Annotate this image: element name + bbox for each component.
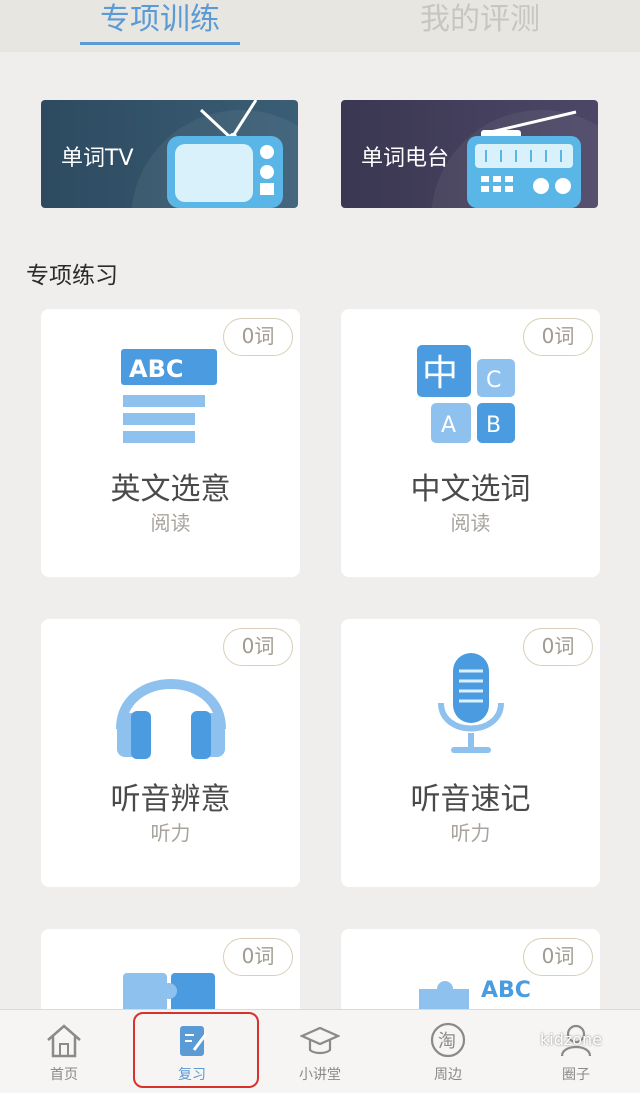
nav-circle[interactable]: 圈子 [512,1010,640,1093]
kidzone-watermark: kidzone [540,1030,603,1049]
abc-icon-text: ABC [129,355,183,383]
card-chinese-word[interactable]: 0词 中 C A B 中文选词 阅读 [341,309,600,577]
word-count-badge: 0词 [523,318,593,356]
bottom-navigation: 首页 复习 小讲堂 淘 周边 圈子 [0,1009,640,1093]
nav-label: 圈子 [562,1067,590,1083]
word-count-badge: 0词 [523,628,593,666]
word-count-badge: 0词 [223,628,293,666]
card-title: 中文选词 [410,472,531,507]
graduation-cap-icon [300,1026,340,1055]
block-a: A [441,413,456,438]
block-c: C [486,368,501,393]
nav-label: 周边 [434,1067,462,1083]
word-radio-label: 单词电台 [361,146,450,171]
card-listen-dictation[interactable]: 0词 听音速记 听力 [341,619,600,887]
nav-lecture[interactable]: 小讲堂 [256,1010,384,1093]
word-tv-banner[interactable]: 单词TV [41,100,298,208]
microphone-icon [438,653,504,753]
red-annotation-circle [133,1012,259,1088]
nav-label: 首页 [50,1067,78,1083]
nav-label: 小讲堂 [299,1067,341,1083]
active-tab-underline [80,42,240,45]
tao-icon: 淘 [430,1022,466,1058]
card-subtitle: 阅读 [450,511,491,535]
card-subtitle: 听力 [150,821,191,845]
puzzle-abc-text: ABC [481,978,531,1003]
card-title: 听音辨意 [110,782,231,817]
tab-my-evaluation[interactable]: 我的评测 [400,0,560,52]
block-zh: 中 [422,353,458,394]
word-tv-label: 单词TV [61,146,134,171]
card-subtitle: 阅读 [150,511,191,535]
card-title: 英文选意 [110,472,231,507]
card-subtitle: 听力 [450,821,491,845]
card-title: 听音速记 [410,782,531,817]
nav-home[interactable]: 首页 [0,1010,128,1093]
nav-shop[interactable]: 淘 周边 [384,1010,512,1093]
home-icon [47,1024,81,1058]
section-title: 专项练习 [26,263,118,289]
top-tab-bar: 专项训练 我的评测 [0,0,640,52]
block-b: B [486,413,501,438]
tao-glyph: 淘 [438,1031,456,1052]
card-english-meaning[interactable]: 0词 ABC 英文选意 阅读 [41,309,300,577]
chinese-abc-blocks-icon: 中 C A B [417,345,515,443]
word-count-badge: 0词 [223,938,293,976]
abc-text-icon: ABC [121,349,217,443]
card-listen-meaning[interactable]: 0词 听音辨意 听力 [41,619,300,887]
word-radio-banner[interactable]: 单词电台 [341,100,598,208]
headphones-icon [116,679,226,759]
word-count-badge: 0词 [223,318,293,356]
